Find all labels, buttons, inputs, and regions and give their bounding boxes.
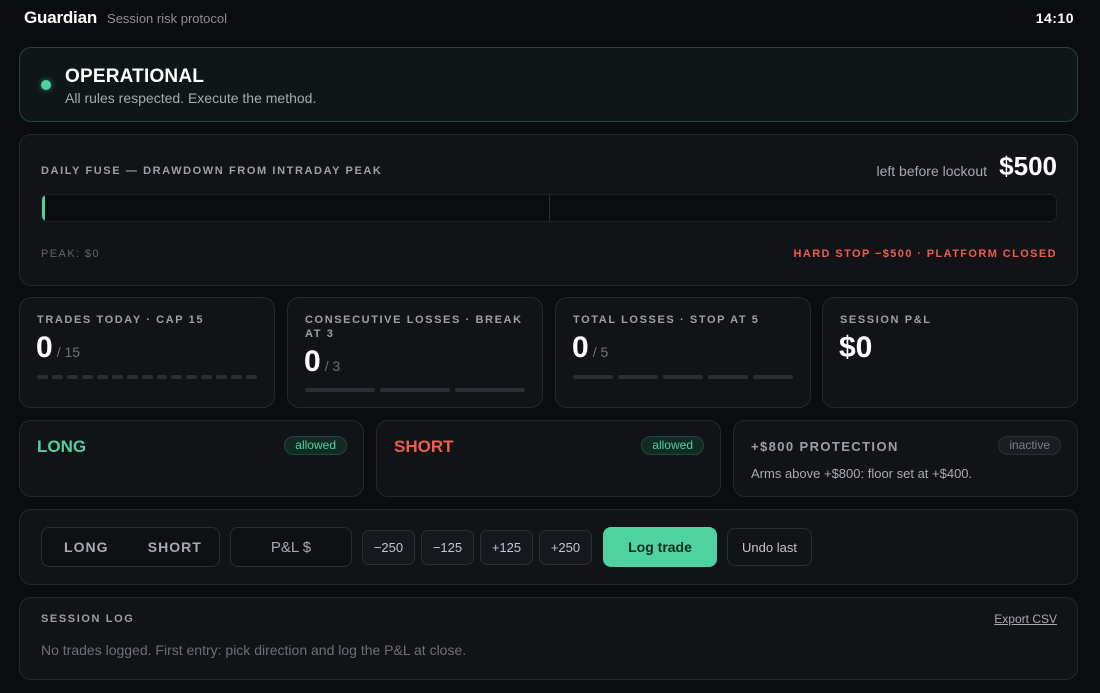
fuse-progress-bar	[41, 194, 1057, 222]
status-banner: OPERATIONAL All rules respected. Execute…	[19, 47, 1078, 122]
stat-segment	[708, 375, 748, 379]
protection-status-badge: inactive	[998, 436, 1061, 455]
stat-segment	[186, 375, 198, 379]
quick-plus-250-button[interactable]: +250	[539, 530, 592, 565]
stat-segment	[231, 375, 243, 379]
stat-segment	[380, 388, 450, 392]
stat-segment	[573, 375, 613, 379]
clock: 14:10	[1035, 10, 1074, 26]
session-log-empty-text: No trades logged. First entry: pick dire…	[41, 642, 467, 658]
status-message: All rules respected. Execute the method.	[65, 90, 317, 106]
direction-toggle: LONG SHORT	[41, 527, 220, 567]
stat-cap: / 15	[56, 344, 81, 360]
protection-card: +$800 PROTECTION inactive Arms above +$8…	[733, 420, 1078, 497]
stat-segments	[573, 375, 793, 379]
stat-total-losses: TOTAL LOSSES · STOP AT 5 0/ 5	[555, 297, 811, 408]
direction-long-name: LONG	[37, 437, 87, 456]
stat-cap: / 3	[324, 358, 341, 374]
stat-label: SESSION P&L	[840, 314, 932, 326]
stat-segment	[126, 375, 138, 379]
app-subtitle: Session risk protocol	[107, 11, 227, 26]
stat-segment	[156, 375, 168, 379]
direction-short-name: SHORT	[394, 437, 454, 456]
fuse-peak: PEAK: $0	[41, 248, 100, 260]
stat-segment	[141, 375, 153, 379]
stat-segment	[66, 375, 78, 379]
stat-segment	[246, 375, 258, 379]
quick-minus-250-button[interactable]: −250	[362, 530, 415, 565]
fuse-progress-fill	[42, 195, 45, 221]
stat-trades-today: TRADES TODAY · CAP 15 0/ 15	[19, 297, 275, 408]
direction-long-button[interactable]: LONG	[42, 528, 131, 566]
direction-short-button[interactable]: SHORT	[131, 528, 220, 566]
app-header: Guardian Session risk protocol 14:10	[24, 8, 1074, 32]
protection-label: +$800 PROTECTION	[751, 439, 899, 454]
stat-segment	[37, 375, 48, 379]
direction-short-status-badge: allowed	[641, 436, 704, 455]
quick-plus-125-button[interactable]: +125	[480, 530, 533, 565]
fuse-label: DAILY FUSE — DRAWDOWN FROM INTRADAY PEAK	[41, 165, 383, 177]
stat-segments	[305, 388, 525, 392]
trade-entry-panel: LONG SHORT −250 −125 +125 +250 Log trade…	[19, 509, 1078, 585]
fuse-midpoint-marker	[549, 195, 550, 221]
stat-consecutive-losses: CONSECUTIVE LOSSES · BREAK AT 3 0/ 3	[287, 297, 543, 408]
stat-label: TRADES TODAY · CAP 15	[37, 314, 205, 326]
stat-segment	[753, 375, 793, 379]
pnl-input[interactable]	[230, 527, 352, 567]
quick-minus-125-button[interactable]: −125	[421, 530, 474, 565]
stat-value: 0/ 5	[572, 331, 608, 365]
stat-segment	[201, 375, 213, 379]
stat-segment	[663, 375, 703, 379]
status-dot-icon	[41, 80, 51, 90]
undo-last-button[interactable]: Undo last	[727, 528, 812, 566]
stat-segment	[171, 375, 183, 379]
stat-number: 0	[572, 331, 589, 364]
stat-segment	[96, 375, 108, 379]
protection-description: Arms above +$800: floor set at +$400.	[751, 466, 973, 481]
stat-label: TOTAL LOSSES · STOP AT 5	[573, 314, 760, 326]
export-csv-link[interactable]: Export CSV	[994, 612, 1057, 626]
direction-short-card: SHORT allowed	[376, 420, 721, 497]
stat-segment	[111, 375, 123, 379]
stat-segment	[51, 375, 63, 379]
daily-fuse-panel: DAILY FUSE — DRAWDOWN FROM INTRADAY PEAK…	[19, 134, 1078, 286]
stat-session-pnl: SESSION P&L $0	[822, 297, 1078, 408]
stat-segment	[216, 375, 228, 379]
stat-segment	[305, 388, 375, 392]
stat-segments	[37, 375, 258, 379]
stat-value: $0	[839, 331, 873, 364]
app-brand: Guardian	[24, 8, 98, 27]
session-log-label: SESSION LOG	[41, 613, 135, 625]
status-title: OPERATIONAL	[65, 66, 205, 87]
direction-long-card: LONG allowed	[19, 420, 364, 497]
stat-segment	[455, 388, 525, 392]
stat-label: CONSECUTIVE LOSSES · BREAK AT 3	[305, 314, 523, 340]
stat-segment	[618, 375, 658, 379]
fuse-left-label: left before lockout	[876, 163, 987, 179]
stat-value: 0/ 3	[304, 345, 340, 379]
stat-cap: / 5	[592, 344, 609, 360]
log-trade-button[interactable]: Log trade	[603, 527, 717, 567]
fuse-left-amount: $500	[999, 151, 1057, 181]
stat-value: 0/ 15	[36, 331, 80, 365]
stat-number: 0	[304, 345, 321, 378]
stat-number: 0	[36, 331, 53, 364]
session-log-panel: SESSION LOG Export CSV No trades logged.…	[19, 597, 1078, 680]
stat-segment	[81, 375, 93, 379]
fuse-hard-stop: HARD STOP −$500 · PLATFORM CLOSED	[793, 248, 1057, 260]
direction-long-status-badge: allowed	[284, 436, 347, 455]
